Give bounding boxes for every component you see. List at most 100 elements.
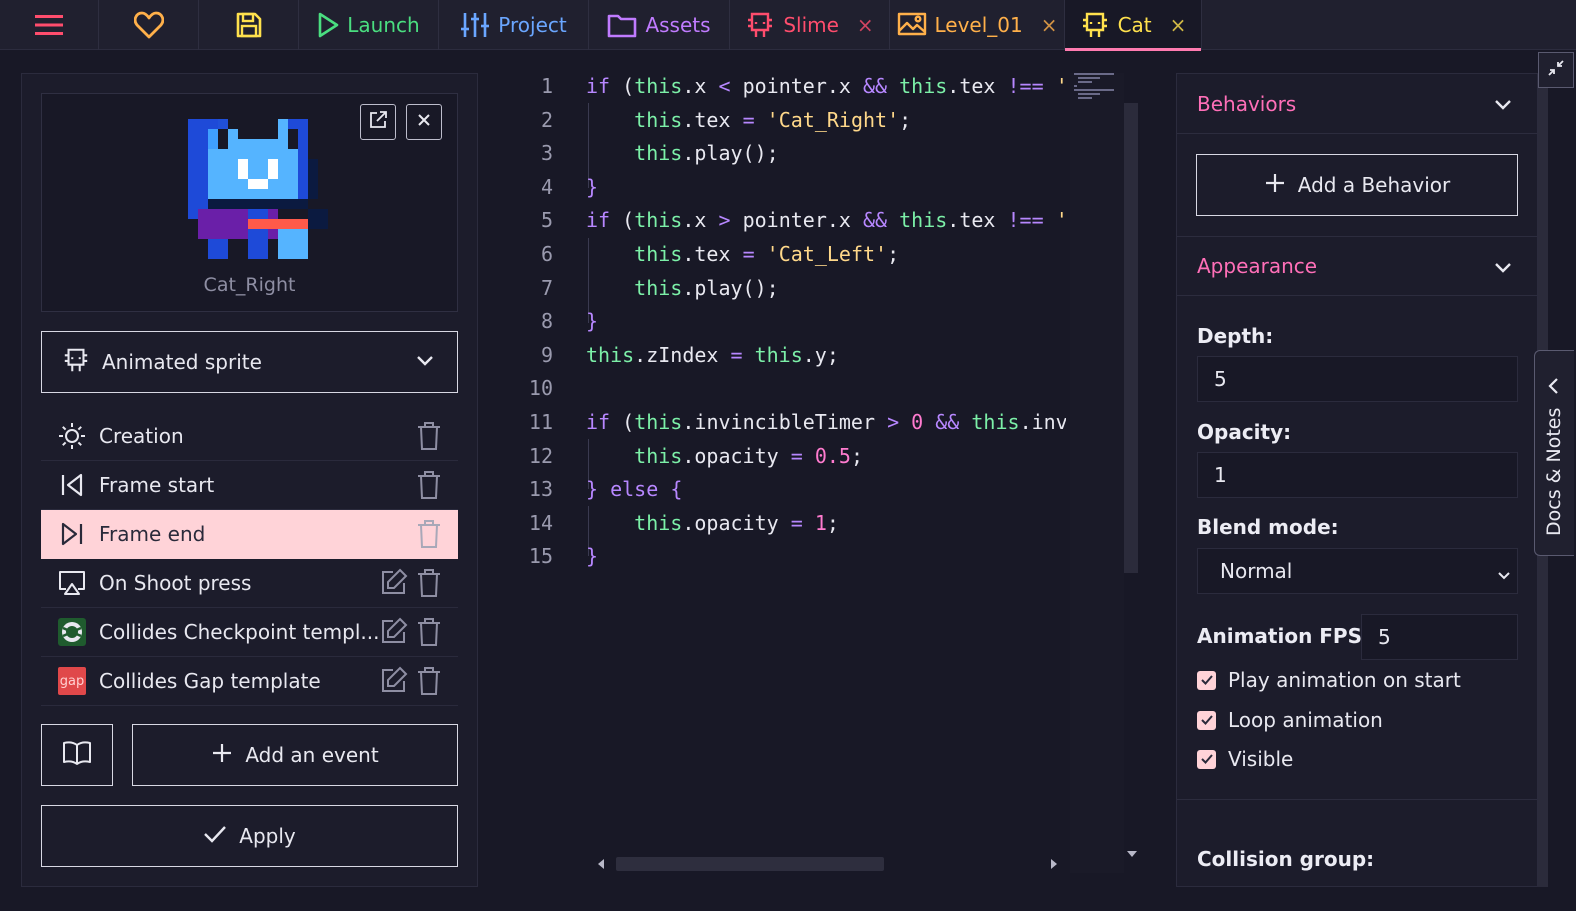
- editor-vertical-scrollbar[interactable]: [1124, 103, 1138, 573]
- base-class-label: Animated sprite: [102, 350, 262, 374]
- line-number: 7: [540, 275, 553, 300]
- trash-icon[interactable]: [416, 421, 442, 456]
- event-collides-gap[interactable]: gap Collides Gap template: [41, 657, 458, 706]
- line-number: 6: [540, 241, 553, 266]
- section-divider: [1177, 799, 1537, 800]
- event-on-shoot-press[interactable]: On Shoot press: [41, 559, 458, 608]
- collapse-panel-button[interactable]: [1538, 52, 1574, 88]
- code-lines[interactable]: if (this.x < pointer.x && this.tex !== '…: [586, 70, 1066, 574]
- tab-level-01-label: Level_01: [934, 13, 1023, 37]
- tab-slime-close-icon[interactable]: ×: [857, 13, 874, 37]
- add-event-label: Add an event: [245, 743, 379, 767]
- tab-project[interactable]: Project: [439, 0, 589, 50]
- skip-back-icon: [57, 470, 87, 500]
- checkpoint-thumb-icon: [57, 617, 87, 647]
- add-event-button[interactable]: Add an event: [132, 724, 458, 786]
- line-number: 3: [540, 141, 553, 166]
- folder-icon: [607, 12, 637, 38]
- opacity-input[interactable]: 1: [1197, 452, 1518, 498]
- edit-icon[interactable]: [380, 617, 408, 652]
- edit-icon[interactable]: [380, 666, 408, 701]
- tab-slime-label: Slime: [783, 13, 839, 37]
- trash-icon[interactable]: [416, 617, 442, 652]
- apply-label: Apply: [239, 824, 296, 848]
- apply-button[interactable]: Apply: [41, 805, 458, 867]
- properties-panel: Behaviors Add a Behavior Appearance Dept…: [1176, 73, 1538, 887]
- tab-assets[interactable]: Assets: [589, 0, 730, 50]
- event-label: Frame start: [99, 473, 215, 497]
- close-icon: [416, 112, 432, 132]
- open-sprite-button[interactable]: [360, 104, 396, 140]
- plus-icon: [1264, 172, 1286, 199]
- loop-animation-checkbox[interactable]: Loop animation: [1197, 708, 1383, 732]
- code-line: } else {: [586, 477, 683, 502]
- checkbox-checked-icon: [1197, 710, 1216, 730]
- visible-checkbox[interactable]: Visible: [1197, 747, 1293, 771]
- depth-input[interactable]: 5: [1197, 356, 1518, 402]
- docs-notes-tab[interactable]: Docs & Notes: [1534, 350, 1574, 556]
- minimize-icon: [1547, 59, 1565, 81]
- template-icon: [1080, 10, 1110, 40]
- event-frame-end[interactable]: Frame end: [41, 510, 458, 559]
- docs-notes-label: Docs & Notes: [1543, 407, 1565, 536]
- cat-sprite-image: [188, 119, 328, 259]
- trash-icon[interactable]: [416, 568, 442, 603]
- editor-horizontal-scrollbar[interactable]: [616, 857, 884, 871]
- code-line: this.tex = 'Cat_Right';: [634, 107, 912, 132]
- tab-level-01-close-icon[interactable]: ×: [1041, 13, 1058, 37]
- line-number: 9: [540, 342, 553, 367]
- appearance-section-header[interactable]: Appearance: [1177, 236, 1537, 296]
- docs-book-button[interactable]: [41, 724, 113, 786]
- tab-cat-close-icon[interactable]: ×: [1170, 13, 1187, 37]
- code-editor[interactable]: 1 2 3 4 5 6 7 8 9 10 11 12 13 14 15 if (…: [498, 73, 1154, 887]
- event-creation[interactable]: Creation: [41, 412, 458, 461]
- remove-sprite-button[interactable]: [406, 104, 442, 140]
- trash-icon[interactable]: [416, 666, 442, 701]
- line-number: 2: [540, 107, 553, 132]
- tab-level-01[interactable]: Level_01 ×: [890, 0, 1065, 50]
- code-line: this.play();: [634, 275, 779, 300]
- sprite-preview[interactable]: Cat_Right: [41, 93, 458, 312]
- code-line: if (this.x < pointer.x && this.tex !== '…: [586, 74, 1066, 98]
- code-line: this.opacity = 1;: [634, 510, 839, 535]
- tab-cat[interactable]: Cat ×: [1065, 0, 1202, 51]
- line-number-gutter: 1 2 3 4 5 6 7 8 9 10 11 12 13 14 15: [498, 70, 558, 574]
- add-behavior-button[interactable]: Add a Behavior: [1196, 154, 1518, 216]
- checkbox-checked-icon: [1197, 670, 1216, 690]
- code-minimap[interactable]: [1070, 73, 1124, 873]
- scroll-left-icon[interactable]: [596, 857, 606, 871]
- sun-icon: [57, 421, 87, 451]
- event-frame-start[interactable]: Frame start: [41, 461, 458, 510]
- book-icon: [62, 740, 92, 771]
- event-collides-checkpoint[interactable]: Collides Checkpoint templ...: [41, 608, 458, 657]
- event-label: Collides Checkpoint templ...: [99, 620, 380, 644]
- play-on-start-checkbox[interactable]: Play animation on start: [1197, 668, 1461, 692]
- code-line: this.tex = 'Cat_Left';: [634, 241, 900, 266]
- template-icon: [745, 10, 775, 40]
- line-number: 5: [540, 208, 553, 233]
- add-behavior-label: Add a Behavior: [1297, 173, 1451, 197]
- blend-mode-select[interactable]: Normal: [1197, 548, 1518, 594]
- save-button[interactable]: [199, 0, 299, 50]
- collision-group-label: Collision group:: [1197, 847, 1375, 871]
- event-list: Creation Frame start Frame end On Shoot …: [41, 412, 458, 706]
- opacity-label: Opacity:: [1197, 420, 1292, 444]
- behaviors-section-header[interactable]: Behaviors: [1177, 74, 1537, 134]
- tab-slime[interactable]: Slime ×: [730, 0, 890, 50]
- line-number: 13: [528, 477, 553, 502]
- code-line: this.zIndex = this.y;: [586, 342, 839, 367]
- appearance-title: Appearance: [1197, 254, 1318, 278]
- cast-icon: [57, 568, 87, 598]
- base-class-dropdown[interactable]: Animated sprite: [41, 331, 458, 393]
- trash-icon[interactable]: [416, 470, 442, 505]
- tab-launch[interactable]: Launch: [299, 0, 439, 50]
- scroll-down-icon[interactable]: [1125, 849, 1139, 859]
- trash-icon[interactable]: [416, 519, 442, 554]
- scroll-right-icon[interactable]: [1049, 857, 1059, 871]
- code-line: }: [586, 174, 599, 199]
- favorites-button[interactable]: [99, 0, 199, 50]
- edit-icon[interactable]: [380, 568, 408, 603]
- animation-fps-input[interactable]: 5: [1361, 614, 1518, 660]
- menu-button[interactable]: [0, 0, 99, 50]
